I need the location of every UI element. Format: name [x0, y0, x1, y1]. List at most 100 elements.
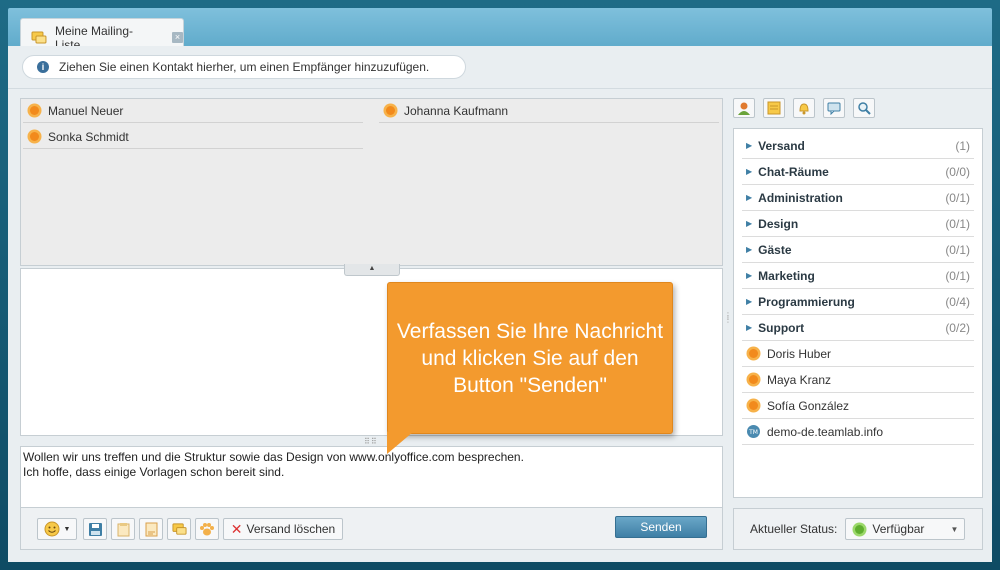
- bell-icon: [799, 103, 809, 115]
- caret-right-icon: ▶: [746, 219, 753, 228]
- recipients-panel[interactable]: Manuel Neuer Johanna Kaufmann Sonka Schm…: [20, 98, 723, 266]
- group-name: Support: [758, 320, 805, 335]
- delete-x-icon: ✕: [230, 520, 243, 537]
- group-design[interactable]: ▶ Design (0/1): [742, 211, 974, 237]
- recipient-item[interactable]: Manuel Neuer: [23, 99, 363, 123]
- caret-right-icon: ▶: [746, 141, 753, 150]
- group-versand[interactable]: ▶ Versand (1): [742, 133, 974, 159]
- drop-hint: i Ziehen Sie einen Kontakt hierher, um e…: [22, 55, 466, 79]
- paw-icon: [200, 522, 214, 535]
- send-button[interactable]: Senden: [615, 516, 707, 538]
- contacts-icon: [738, 102, 750, 115]
- teamlab-icon: TM: [747, 425, 760, 438]
- recipient-item[interactable]: Sonka Schmidt: [23, 125, 363, 149]
- search-icon: [858, 102, 871, 115]
- search-button[interactable]: [853, 98, 875, 118]
- mailing-chat-icon: [31, 31, 47, 43]
- chevron-down-icon: ▼: [63, 525, 71, 533]
- status-label: Aktueller Status:: [750, 522, 838, 536]
- contact-name: Doris Huber: [767, 346, 832, 361]
- recipient-name: Johanna Kaufmann: [404, 103, 509, 118]
- group-name: Programmierung: [758, 294, 855, 309]
- rooms-icon: [767, 101, 781, 115]
- recipient-name: Sonka Schmidt: [48, 129, 129, 144]
- contact-list: ▶ Versand (1) ▶ Chat-Räume (0/0) ▶ Admin…: [733, 128, 983, 498]
- status-dropdown[interactable]: Verfügbar ▼: [845, 518, 966, 540]
- clear-send-button[interactable]: ✕ Versand löschen: [223, 518, 343, 540]
- callout-text: Verfassen Sie Ihre Nachricht und klicken…: [396, 319, 664, 397]
- message-line: Wollen wir uns treffen und die Struktur …: [23, 450, 524, 464]
- group-count: (0/1): [945, 190, 970, 205]
- svg-text:TM: TM: [748, 429, 758, 436]
- collapse-handle[interactable]: ▲: [344, 264, 400, 276]
- speech-bubble-icon: [827, 102, 841, 115]
- status-sun-icon: [746, 372, 761, 387]
- contact-item[interactable]: Doris Huber: [742, 341, 974, 367]
- contact-item[interactable]: Maya Kranz: [742, 367, 974, 393]
- rooms-button[interactable]: [763, 98, 785, 118]
- caret-right-icon: ▶: [746, 167, 753, 176]
- compose-toolbar: ▼ ✕ Versand löschen Senden: [20, 508, 723, 550]
- group-chat-raume[interactable]: ▶ Chat-Räume (0/0): [742, 159, 974, 185]
- status-value: Verfügbar: [872, 522, 925, 536]
- message-input[interactable]: Wollen wir uns treffen und die Struktur …: [20, 446, 723, 508]
- contact-name: demo-de.teamlab.info: [767, 424, 884, 439]
- save-button[interactable]: [83, 518, 107, 540]
- paw-button[interactable]: [195, 518, 219, 540]
- group-count: (1): [955, 138, 970, 153]
- group-count: (0/4): [945, 294, 970, 309]
- recipient-name: Manuel Neuer: [48, 103, 124, 118]
- group-marketing[interactable]: ▶ Marketing (0/1): [742, 263, 974, 289]
- resize-grip-icon[interactable]: ⠿⠿: [364, 437, 378, 446]
- smiley-button[interactable]: ▼: [37, 518, 77, 540]
- status-sun-icon: [383, 103, 398, 118]
- caret-right-icon: ▶: [746, 297, 753, 306]
- group-count: (0/1): [945, 242, 970, 257]
- caret-right-icon: ▶: [746, 271, 753, 280]
- chat-window-button[interactable]: [823, 98, 845, 118]
- group-count: (0/2): [945, 320, 970, 335]
- caret-right-icon: ▶: [746, 323, 753, 332]
- contact-item[interactable]: Sofía González: [742, 393, 974, 419]
- save-icon: [88, 522, 102, 536]
- contact-name: Maya Kranz: [767, 372, 832, 387]
- group-name: Versand: [758, 138, 805, 153]
- info-icon: i: [37, 61, 49, 73]
- group-count: (0/1): [945, 216, 970, 231]
- caret-right-icon: ▶: [746, 245, 753, 254]
- contact-item[interactable]: TM demo-de.teamlab.info: [742, 419, 974, 445]
- tutorial-callout: Verfassen Sie Ihre Nachricht und klicken…: [387, 282, 673, 434]
- online-status-icon: [852, 522, 867, 536]
- status-sun-icon: [27, 103, 42, 118]
- contact-name: Sofía González: [767, 398, 850, 413]
- group-name: Administration: [758, 190, 843, 205]
- chat-icon: [171, 522, 187, 535]
- callout-pointer: [387, 432, 413, 454]
- chat-button[interactable]: [167, 518, 191, 540]
- smiley-icon: [44, 521, 60, 537]
- hint-divider: [8, 88, 992, 89]
- contacts-button[interactable]: [733, 98, 755, 118]
- group-support[interactable]: ▶ Support (0/2): [742, 315, 974, 341]
- status-area: Aktueller Status: Verfügbar ▼: [733, 508, 983, 550]
- vertical-resize-grip-icon[interactable]: ⋮ ⋮: [724, 312, 732, 324]
- group-name: Design: [758, 216, 799, 231]
- recipient-item[interactable]: Johanna Kaufmann: [379, 99, 719, 123]
- template-icon: [117, 522, 129, 536]
- group-programmierung[interactable]: ▶ Programmierung (0/4): [742, 289, 974, 315]
- hint-text: Ziehen Sie einen Kontakt hierher, um ein…: [59, 60, 430, 74]
- group-administration[interactable]: ▶ Administration (0/1): [742, 185, 974, 211]
- history-button[interactable]: [139, 518, 163, 540]
- status-sun-icon: [27, 129, 42, 144]
- group-name: Marketing: [758, 268, 815, 283]
- group-gaste[interactable]: ▶ Gäste (0/1): [742, 237, 974, 263]
- main-area: i Ziehen Sie einen Kontakt hierher, um e…: [8, 46, 992, 562]
- template-button[interactable]: [111, 518, 135, 540]
- status-sun-icon: [746, 346, 761, 361]
- notifications-button[interactable]: [793, 98, 815, 118]
- group-name: Chat-Räume: [758, 164, 829, 179]
- history-icon: [145, 522, 157, 536]
- message-line: Ich hoffe, dass einige Vorlagen schon be…: [23, 465, 285, 479]
- tab-close-icon[interactable]: ×: [172, 32, 183, 43]
- chevron-down-icon: ▼: [950, 524, 959, 534]
